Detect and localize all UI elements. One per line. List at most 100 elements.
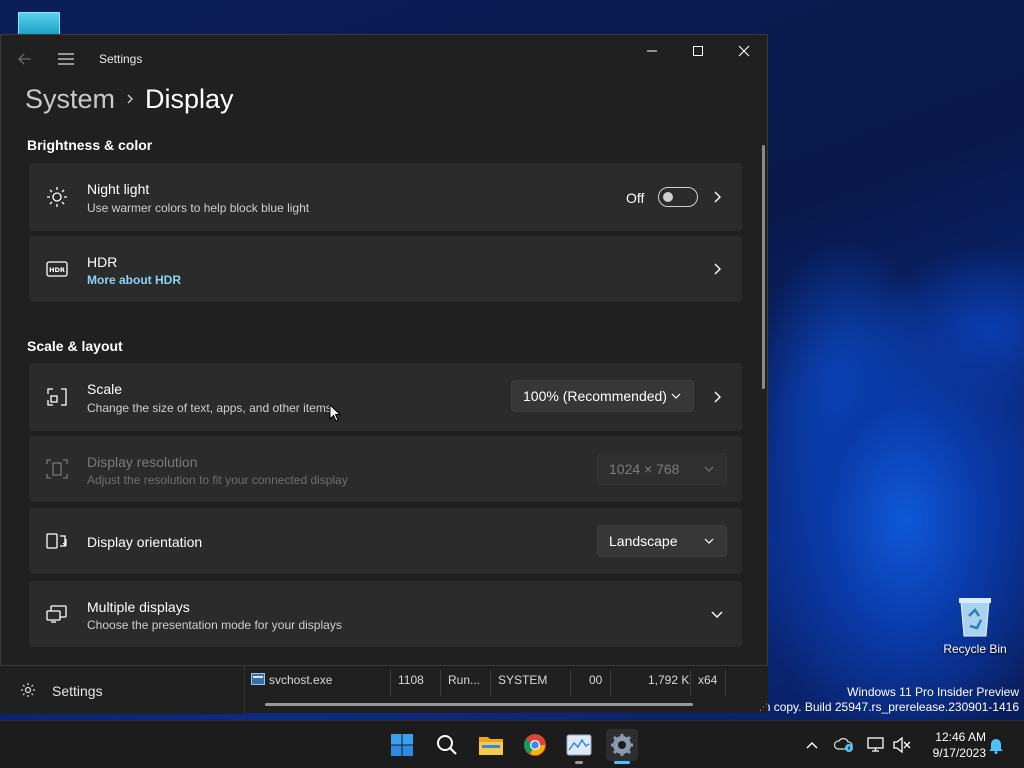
multiple-displays-subtitle: Choose the presentation mode for your di… [87, 618, 342, 632]
process-user: SYSTEM [498, 673, 548, 687]
display-resolution-title: Display resolution [87, 454, 198, 470]
display-orientation-title: Display orientation [87, 534, 203, 550]
recycle-bin-icon [959, 598, 991, 637]
display-orientation-dropdown[interactable]: Landscape [597, 525, 727, 557]
onedrive-tray-button[interactable] [834, 735, 854, 755]
gear-icon [21, 683, 35, 697]
recycle-bin-label: Recycle Bin [943, 642, 1007, 656]
network-tray-button[interactable] [866, 735, 886, 755]
chevron-right-icon[interactable] [709, 189, 725, 205]
running-indicator [575, 761, 583, 764]
chevron-right-icon[interactable] [709, 261, 725, 277]
process-icon [251, 673, 265, 688]
back-arrow-icon[interactable] [15, 49, 35, 69]
notifications-button[interactable] [986, 735, 1006, 755]
folder-icon [479, 737, 503, 755]
taskbar: 12:46 AM 9/17/2023 [0, 720, 1024, 768]
watermark-line2: ion copy. Build 25947.rs_prerelease.2309… [754, 700, 1019, 714]
night-light-toggle[interactable] [658, 187, 698, 207]
chevron-down-icon[interactable] [709, 606, 725, 622]
section-heading-brightness: Brightness & color [27, 137, 153, 153]
page-title: Display [145, 83, 234, 114]
volume-tray-button[interactable] [892, 735, 912, 755]
scale-subtitle: Change the size of text, apps, and other… [87, 401, 332, 415]
windows-logo-icon [391, 734, 413, 756]
brightness-sun-icon [45, 185, 69, 209]
network-icon [867, 737, 884, 752]
start-button[interactable] [386, 729, 418, 761]
chevron-down-icon [671, 393, 681, 399]
search-button[interactable] [431, 729, 463, 761]
column-divider [610, 670, 611, 696]
chevron-right-icon[interactable] [709, 389, 725, 405]
chrome-button[interactable] [519, 729, 551, 761]
hdr-title: HDR [87, 254, 118, 270]
process-arch: x64 [698, 673, 718, 687]
night-light-card[interactable]: Night light Use warmer colors to help bl… [29, 163, 742, 231]
minimize-button[interactable] [629, 35, 675, 67]
watermark-line1: Windows 11 Pro Insider Preview [847, 685, 1019, 699]
maximize-icon [693, 46, 703, 56]
hdr-learn-more-link[interactable]: More about HDR [87, 273, 181, 287]
clock-time: 12:46 AM [935, 730, 986, 744]
multiple-displays-icon [45, 602, 69, 626]
nav-settings-label: Settings [52, 683, 103, 699]
column-divider [570, 670, 571, 696]
orientation-icon [45, 529, 69, 553]
chevron-up-icon [806, 742, 818, 749]
svg-text:HDR: HDR [49, 266, 65, 274]
settings-gear-icon [611, 734, 633, 756]
scale-card[interactable]: Scale Change the size of text, apps, and… [29, 363, 742, 431]
resize-grip-icon[interactable]: ⋰ [759, 702, 768, 713]
desktop-watermark: Windows 11 Pro Insider Preview ion copy.… [754, 685, 1019, 715]
settings-window: Settings System Display Brightness & col… [0, 34, 768, 666]
desktop-icon-partial[interactable] [18, 12, 60, 36]
column-divider [490, 670, 491, 696]
title-bar[interactable]: Settings [1, 35, 767, 83]
close-icon [738, 45, 750, 57]
nav-settings-item[interactable]: Settings [0, 666, 244, 714]
process-cpu: 00 [589, 673, 603, 687]
show-hidden-icons-button[interactable] [802, 735, 822, 755]
scale-dropdown[interactable]: 100% (Recommended) [511, 380, 694, 412]
bell-icon [989, 739, 1003, 754]
task-manager-icon [566, 734, 592, 756]
horizontal-scrollbar[interactable] [265, 703, 693, 706]
section-heading-scale-layout: Scale & layout [27, 338, 123, 354]
multiple-displays-title: Multiple displays [87, 599, 190, 615]
hamburger-menu-icon[interactable] [57, 49, 75, 69]
speaker-muted-icon [893, 736, 911, 754]
display-resolution-card: Display resolution Adjust the resolution… [29, 436, 742, 502]
chevron-down-icon [704, 538, 714, 544]
chevron-down-icon [704, 466, 714, 472]
column-divider [440, 670, 441, 696]
active-indicator [614, 761, 630, 764]
task-manager-window: svchost.exe 1108 Run... SYSTEM 00 1,792 … [244, 666, 768, 713]
task-manager-button[interactable] [563, 729, 595, 761]
settings-taskbar-button[interactable] [606, 729, 638, 761]
scrollbar-thumb[interactable] [762, 145, 765, 389]
process-memory: 1,792 K [648, 673, 690, 687]
night-light-title: Night light [87, 181, 150, 197]
breadcrumb: System Display [25, 81, 234, 117]
app-title: Settings [99, 52, 143, 66]
multiple-displays-card[interactable]: Multiple displays Choose the presentatio… [29, 581, 742, 647]
toggle-knob [663, 192, 673, 202]
hdr-card[interactable]: HDR HDR More about HDR [29, 236, 742, 302]
breadcrumb-system[interactable]: System [25, 84, 115, 115]
display-orientation-card: Display orientation Landscape [29, 508, 742, 574]
breadcrumb-chevron-icon [115, 89, 145, 109]
chrome-icon [524, 734, 546, 756]
cloud-info-icon [834, 738, 853, 752]
display-orientation-value: Landscape [609, 533, 678, 549]
recycle-bin-shortcut[interactable]: Recycle Bin [938, 594, 1012, 656]
minimize-icon [647, 50, 657, 52]
display-resolution-subtitle: Adjust the resolution to fit your connec… [87, 473, 348, 487]
file-explorer-button[interactable] [475, 729, 507, 761]
close-button[interactable] [721, 35, 767, 67]
scale-dropdown-value: 100% (Recommended) [523, 388, 667, 404]
maximize-button[interactable] [675, 35, 721, 67]
column-divider [725, 670, 726, 696]
column-divider [690, 670, 691, 696]
taskbar-clock[interactable]: 12:46 AM 9/17/2023 [918, 729, 986, 761]
